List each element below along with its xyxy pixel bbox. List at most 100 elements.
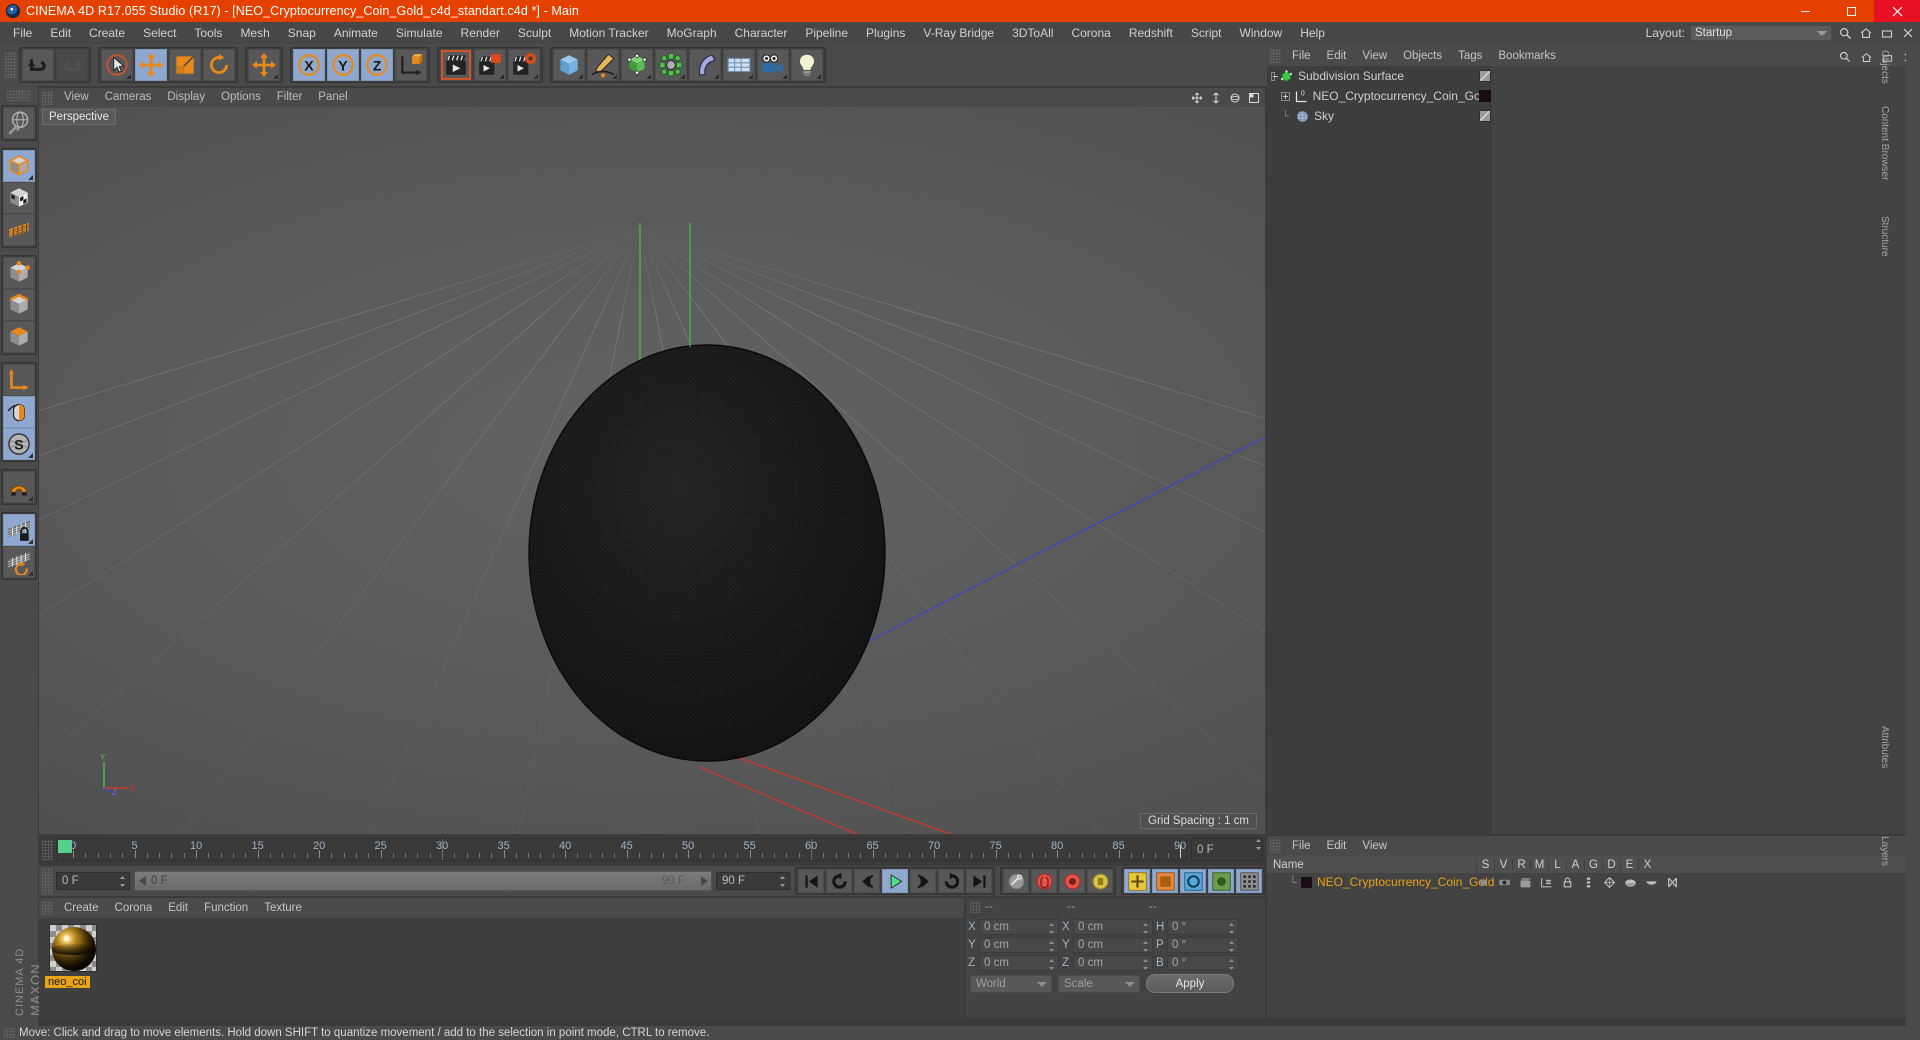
tag-hatched-swatch[interactable] [1479, 110, 1491, 122]
menu-item-script[interactable]: Script [1182, 22, 1231, 44]
material-manager-grip[interactable] [42, 901, 53, 915]
menu-item-character[interactable]: Character [726, 22, 797, 44]
viewport-menu-view[interactable]: View [56, 88, 97, 107]
add-spline-button[interactable] [587, 49, 619, 81]
scale-key-button[interactable] [1152, 869, 1178, 893]
attribute-row[interactable]: └ NEO_Cryptocurrency_Coin_Gold [1267, 873, 1920, 891]
attribute-manager-grip[interactable] [1270, 839, 1281, 853]
keyframe-selection-button[interactable] [1087, 869, 1113, 893]
menu-item-window[interactable]: Window [1231, 22, 1292, 44]
spinner-icon[interactable] [1048, 940, 1055, 953]
left-toolbar-grip[interactable] [7, 90, 31, 101]
object-row[interactable]: 0 NEO_Cryptocurrency_Coin_Gold [1267, 86, 1497, 106]
visible-render-icon[interactable] [1517, 876, 1533, 889]
attribute-column-x[interactable]: X [1638, 858, 1656, 871]
dock-label-attributes[interactable]: Attributes [1879, 726, 1890, 846]
spinner-icon[interactable] [1048, 922, 1055, 935]
maximize-button[interactable] [1828, 0, 1874, 22]
object-manager-menu-file[interactable]: File [1284, 46, 1319, 66]
layout-dropdown[interactable]: Startup [1690, 25, 1832, 41]
add-generator-button[interactable] [621, 49, 653, 81]
menu-item-file[interactable]: File [4, 22, 41, 44]
start-frame-field[interactable]: 0 F [56, 872, 130, 890]
attribute-column-d[interactable]: D [1602, 858, 1620, 871]
material-list[interactable]: neo_coi [39, 918, 964, 1018]
menu-item-motion-tracker[interactable]: Motion Tracker [560, 22, 657, 44]
autokeying-button[interactable] [1059, 869, 1085, 893]
add-deformer-button[interactable] [689, 49, 721, 81]
object-manager-grip[interactable] [1270, 49, 1281, 63]
menu-item-corona[interactable]: Corona [1062, 22, 1119, 44]
material-preview[interactable] [49, 924, 97, 972]
timeline-current-frame-field[interactable]: 0 F [1191, 838, 1263, 861]
world-object-coordinate-toggle[interactable] [395, 49, 427, 81]
align-icon[interactable] [1580, 876, 1596, 889]
spinner-icon[interactable] [1228, 958, 1235, 971]
menu-item-mograph[interactable]: MoGraph [658, 22, 726, 44]
object-manager-menu-tags[interactable]: Tags [1450, 46, 1490, 66]
axis-y-toggle[interactable]: Y [327, 49, 359, 81]
autokey-button[interactable] [1003, 869, 1029, 893]
viewport-menu-cameras[interactable]: Cameras [97, 88, 160, 107]
coordinate-mode-dropdown[interactable]: Scale [1058, 974, 1140, 993]
points-mode-button[interactable] [3, 257, 35, 289]
model-mode-button[interactable] [3, 150, 35, 182]
material-manager-menu-texture[interactable]: Texture [256, 898, 310, 918]
record-active-objects-button[interactable] [1031, 869, 1057, 893]
edges-mode-button[interactable] [3, 289, 35, 321]
render-settings-button[interactable] [508, 49, 540, 81]
object-row[interactable]: └ Sky [1267, 106, 1506, 126]
add-scene-object-button[interactable] [723, 49, 755, 81]
lock-workplane-button[interactable] [3, 514, 35, 546]
viewport-menu-display[interactable]: Display [159, 88, 213, 107]
add-mograph-button[interactable] [655, 49, 687, 81]
move-camera-icon[interactable] [1189, 90, 1205, 106]
menu-item-create[interactable]: Create [80, 22, 134, 44]
dock-label-layers[interactable]: Layers [1879, 836, 1890, 956]
render-region-button[interactable] [474, 49, 506, 81]
rotation-key-button[interactable] [1180, 869, 1206, 893]
scale-camera-icon[interactable] [1208, 90, 1224, 106]
toolbar-grip[interactable] [5, 52, 16, 78]
position-key-button[interactable] [1124, 869, 1150, 893]
menu-item-select[interactable]: Select [134, 22, 185, 44]
add-camera-button[interactable] [757, 49, 789, 81]
magnet-tool-button[interactable] [3, 471, 35, 503]
add-cube-button[interactable] [553, 49, 585, 81]
coord-position-field[interactable]: 0 cm [979, 954, 1059, 971]
attribute-column-g[interactable]: G [1584, 858, 1602, 871]
attribute-column-s[interactable]: S [1476, 858, 1494, 871]
workplane-rotate-button[interactable] [3, 546, 35, 578]
deformer-icon[interactable] [1622, 876, 1638, 889]
texture-mode-button[interactable] [3, 182, 35, 214]
play-button[interactable] [882, 869, 908, 893]
spinner-icon[interactable] [119, 875, 126, 888]
maximize-view-icon[interactable] [1246, 90, 1262, 106]
close-layout-icon[interactable] [1900, 25, 1916, 41]
workplane-mode-button[interactable] [3, 214, 35, 246]
menu-item-plugins[interactable]: Plugins [857, 22, 914, 44]
coord-size-field[interactable]: 0 cm [1073, 954, 1153, 971]
menu-item-animate[interactable]: Animate [325, 22, 387, 44]
render-view-button[interactable] [440, 49, 472, 81]
attribute-manager-menu-edit[interactable]: Edit [1319, 836, 1355, 856]
animbar-grip[interactable] [42, 868, 53, 894]
material-manager-menu-create[interactable]: Create [56, 898, 107, 918]
loop-button[interactable] [938, 869, 964, 893]
menu-item-snap[interactable]: Snap [279, 22, 325, 44]
rotate-camera-icon[interactable] [1227, 90, 1243, 106]
material-name[interactable]: neo_coi [45, 976, 90, 988]
material-manager-menu-corona[interactable]: Corona [107, 898, 161, 918]
viewport-menu-grip[interactable] [42, 90, 53, 105]
menu-item-v-ray-bridge[interactable]: V-Ray Bridge [914, 22, 1003, 44]
coordinates-grip[interactable] [970, 901, 981, 913]
visible-editor-icon[interactable] [1496, 876, 1512, 889]
scale-tool[interactable] [169, 49, 201, 81]
viewport-solo-button[interactable] [3, 396, 35, 428]
scrub-right-arrow-icon[interactable] [701, 876, 708, 886]
spinner-icon[interactable] [779, 875, 786, 888]
attribute-manager-menu-file[interactable]: File [1284, 836, 1319, 856]
spinner-icon[interactable] [1048, 958, 1055, 971]
move-duplicate-tool[interactable] [248, 49, 280, 81]
coord-rotation-field[interactable]: 0 ° [1167, 954, 1239, 971]
